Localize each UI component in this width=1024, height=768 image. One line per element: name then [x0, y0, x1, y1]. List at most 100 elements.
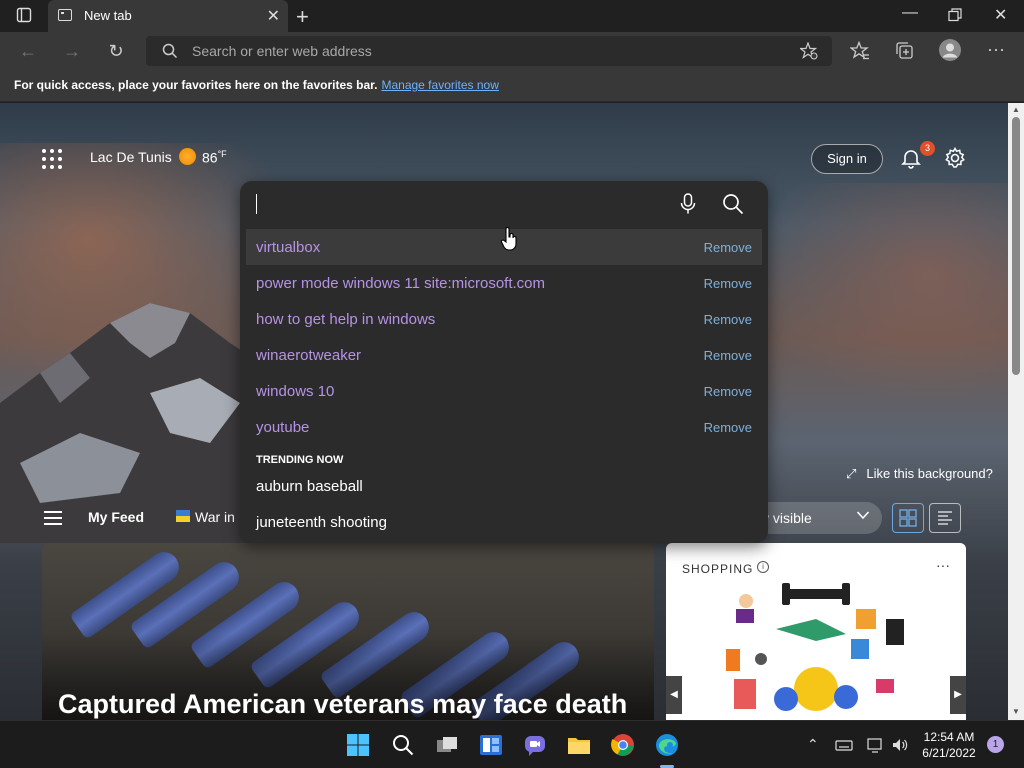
temperature-value: 86 — [202, 149, 218, 166]
suggestion-item[interactable]: winaerotweaker Remove — [246, 337, 762, 373]
edge-icon[interactable] — [655, 733, 679, 757]
favorites-bar: For quick access, place your favorites h… — [0, 70, 1024, 102]
hand-cursor-icon — [500, 227, 517, 251]
temperature-unit: °F — [217, 149, 227, 159]
hamburger-menu-icon[interactable] — [44, 511, 62, 525]
info-icon[interactable]: i — [757, 561, 769, 573]
volume-icon[interactable] — [891, 736, 909, 754]
carousel-left-arrow[interactable]: ◀ — [666, 676, 682, 714]
taskbar-search-icon[interactable] — [391, 733, 415, 757]
remove-suggestion-button[interactable]: Remove — [704, 384, 752, 399]
trending-item[interactable]: auburn baseball — [256, 478, 363, 495]
background-mountain — [0, 303, 280, 543]
suggestion-item[interactable]: windows 10 Remove — [246, 373, 762, 409]
remove-suggestion-button[interactable]: Remove — [704, 348, 752, 363]
trending-item[interactable]: juneteenth shooting — [256, 514, 387, 531]
tab-title: New tab — [84, 8, 132, 23]
network-icon[interactable] — [866, 736, 884, 754]
taskbar-clock[interactable]: 12:54 AM 6/21/2022 — [918, 729, 980, 761]
suggestion-text: windows 10 — [256, 383, 335, 400]
suggestion-item[interactable]: youtube Remove — [246, 409, 762, 445]
microphone-icon[interactable] — [678, 193, 698, 215]
list-view-icon — [938, 511, 952, 525]
favorites-icon[interactable] — [849, 40, 870, 66]
forward-arrow-icon[interactable]: → — [60, 39, 84, 63]
show-hidden-icons-chevron-icon[interactable]: ⌃ — [807, 736, 825, 754]
shopping-card[interactable]: SHOPPING i ··· ◀ ▶ — [666, 543, 966, 720]
news-headline[interactable]: Captured American veterans may face deat… — [58, 689, 627, 720]
notification-center-badge[interactable]: 1 — [987, 736, 1004, 753]
sign-in-button[interactable]: Sign in — [811, 144, 883, 174]
carousel-right-arrow[interactable]: ▶ — [950, 676, 966, 714]
add-favorite-star-icon[interactable] — [798, 41, 818, 65]
favorites-bar-text: For quick access, place your favorites h… — [14, 78, 378, 92]
grid-view-button[interactable] — [892, 503, 924, 533]
restore-icon[interactable] — [948, 8, 962, 27]
suggestion-item[interactable]: how to get help in windows Remove — [246, 301, 762, 337]
weather-location[interactable]: Lac De Tunis — [90, 149, 172, 165]
notification-bell-icon[interactable] — [900, 147, 922, 169]
search-input[interactable] — [240, 181, 768, 225]
chrome-icon[interactable] — [611, 733, 635, 757]
page-scrollbar[interactable]: ▲ ▼ — [1008, 103, 1024, 720]
tab-new-tab[interactable]: New tab ✕ — [48, 0, 288, 32]
clock-date: 6/21/2022 — [922, 746, 976, 760]
profile-avatar-icon[interactable] — [939, 39, 961, 66]
remove-suggestion-button[interactable]: Remove — [704, 420, 752, 435]
remove-suggestion-button[interactable]: Remove — [704, 312, 752, 327]
windows-start-icon[interactable] — [346, 733, 370, 757]
new-tab-page-icon — [58, 9, 72, 21]
refresh-icon[interactable]: ↻ — [104, 39, 128, 63]
war-in-ukraine-tab[interactable]: War in — [195, 509, 235, 525]
search-icon — [162, 43, 178, 64]
temperature[interactable]: 86°F — [202, 149, 227, 166]
scrollbar-thumb[interactable] — [1012, 117, 1020, 375]
list-view-button[interactable] — [929, 503, 961, 533]
like-background-link[interactable]: ⤢ Like this background? — [846, 466, 993, 482]
address-bar[interactable]: Search or enter web address — [146, 36, 832, 66]
search-submit-icon[interactable] — [722, 193, 744, 215]
settings-gear-icon[interactable] — [944, 147, 966, 169]
scroll-down-arrow-icon[interactable]: ▼ — [1012, 707, 1020, 716]
address-placeholder: Search or enter web address — [192, 43, 372, 59]
tab-actions-icon[interactable] — [16, 7, 32, 28]
news-card[interactable]: Captured American veterans may face deat… — [42, 543, 654, 720]
scroll-up-arrow-icon[interactable]: ▲ — [1012, 105, 1020, 114]
visibility-dropdown-label: y visible — [762, 510, 812, 526]
clock-time: 12:54 AM — [923, 730, 975, 744]
minimize-icon[interactable]: — — [902, 4, 918, 22]
sunny-weather-icon[interactable] — [179, 148, 196, 165]
teams-chat-icon[interactable] — [523, 733, 547, 757]
shopping-label: SHOPPING — [682, 562, 754, 576]
back-arrow-icon[interactable]: ← — [16, 39, 40, 63]
apps-grid-icon[interactable] — [42, 149, 62, 169]
suggestion-text: power mode windows 11 site:microsoft.com — [256, 275, 545, 292]
close-window-icon[interactable]: ✕ — [994, 5, 1007, 25]
manage-favorites-link[interactable]: Manage favorites now — [381, 78, 498, 92]
keyboard-icon[interactable] — [835, 736, 853, 754]
remove-suggestion-button[interactable]: Remove — [704, 240, 752, 255]
collections-icon[interactable] — [895, 41, 915, 66]
trending-now-heading: TRENDING NOW — [256, 454, 344, 466]
suggestion-text: youtube — [256, 419, 310, 436]
taskbar: ⌃ 12:54 AM 6/21/2022 1 — [0, 720, 1024, 768]
ukraine-flag-icon — [176, 510, 190, 522]
close-tab-icon[interactable]: ✕ — [267, 6, 280, 26]
like-background-label: Like this background? — [866, 466, 993, 481]
file-explorer-icon[interactable] — [567, 733, 591, 757]
suggestion-text: how to get help in windows — [256, 311, 436, 328]
background-sky-right — [748, 183, 1008, 403]
suggestion-item[interactable]: power mode windows 11 site:microsoft.com… — [246, 265, 762, 301]
remove-suggestion-button[interactable]: Remove — [704, 276, 752, 291]
notification-badge: 3 — [920, 141, 935, 156]
new-tab-plus-icon[interactable]: + — [296, 4, 309, 30]
expand-icon: ⤢ — [846, 466, 857, 481]
suggestion-text: winaerotweaker — [256, 347, 362, 364]
my-feed-tab[interactable]: My Feed — [88, 509, 144, 525]
more-options-icon[interactable]: ··· — [936, 557, 950, 573]
task-view-icon[interactable] — [435, 733, 459, 757]
navigation-bar: ← → ↻ Search or enter web address ··· — [0, 32, 1024, 70]
widgets-icon[interactable] — [479, 733, 503, 757]
more-options-icon[interactable]: ··· — [984, 37, 1008, 61]
title-bar: New tab ✕ + — ✕ — [0, 0, 1024, 32]
